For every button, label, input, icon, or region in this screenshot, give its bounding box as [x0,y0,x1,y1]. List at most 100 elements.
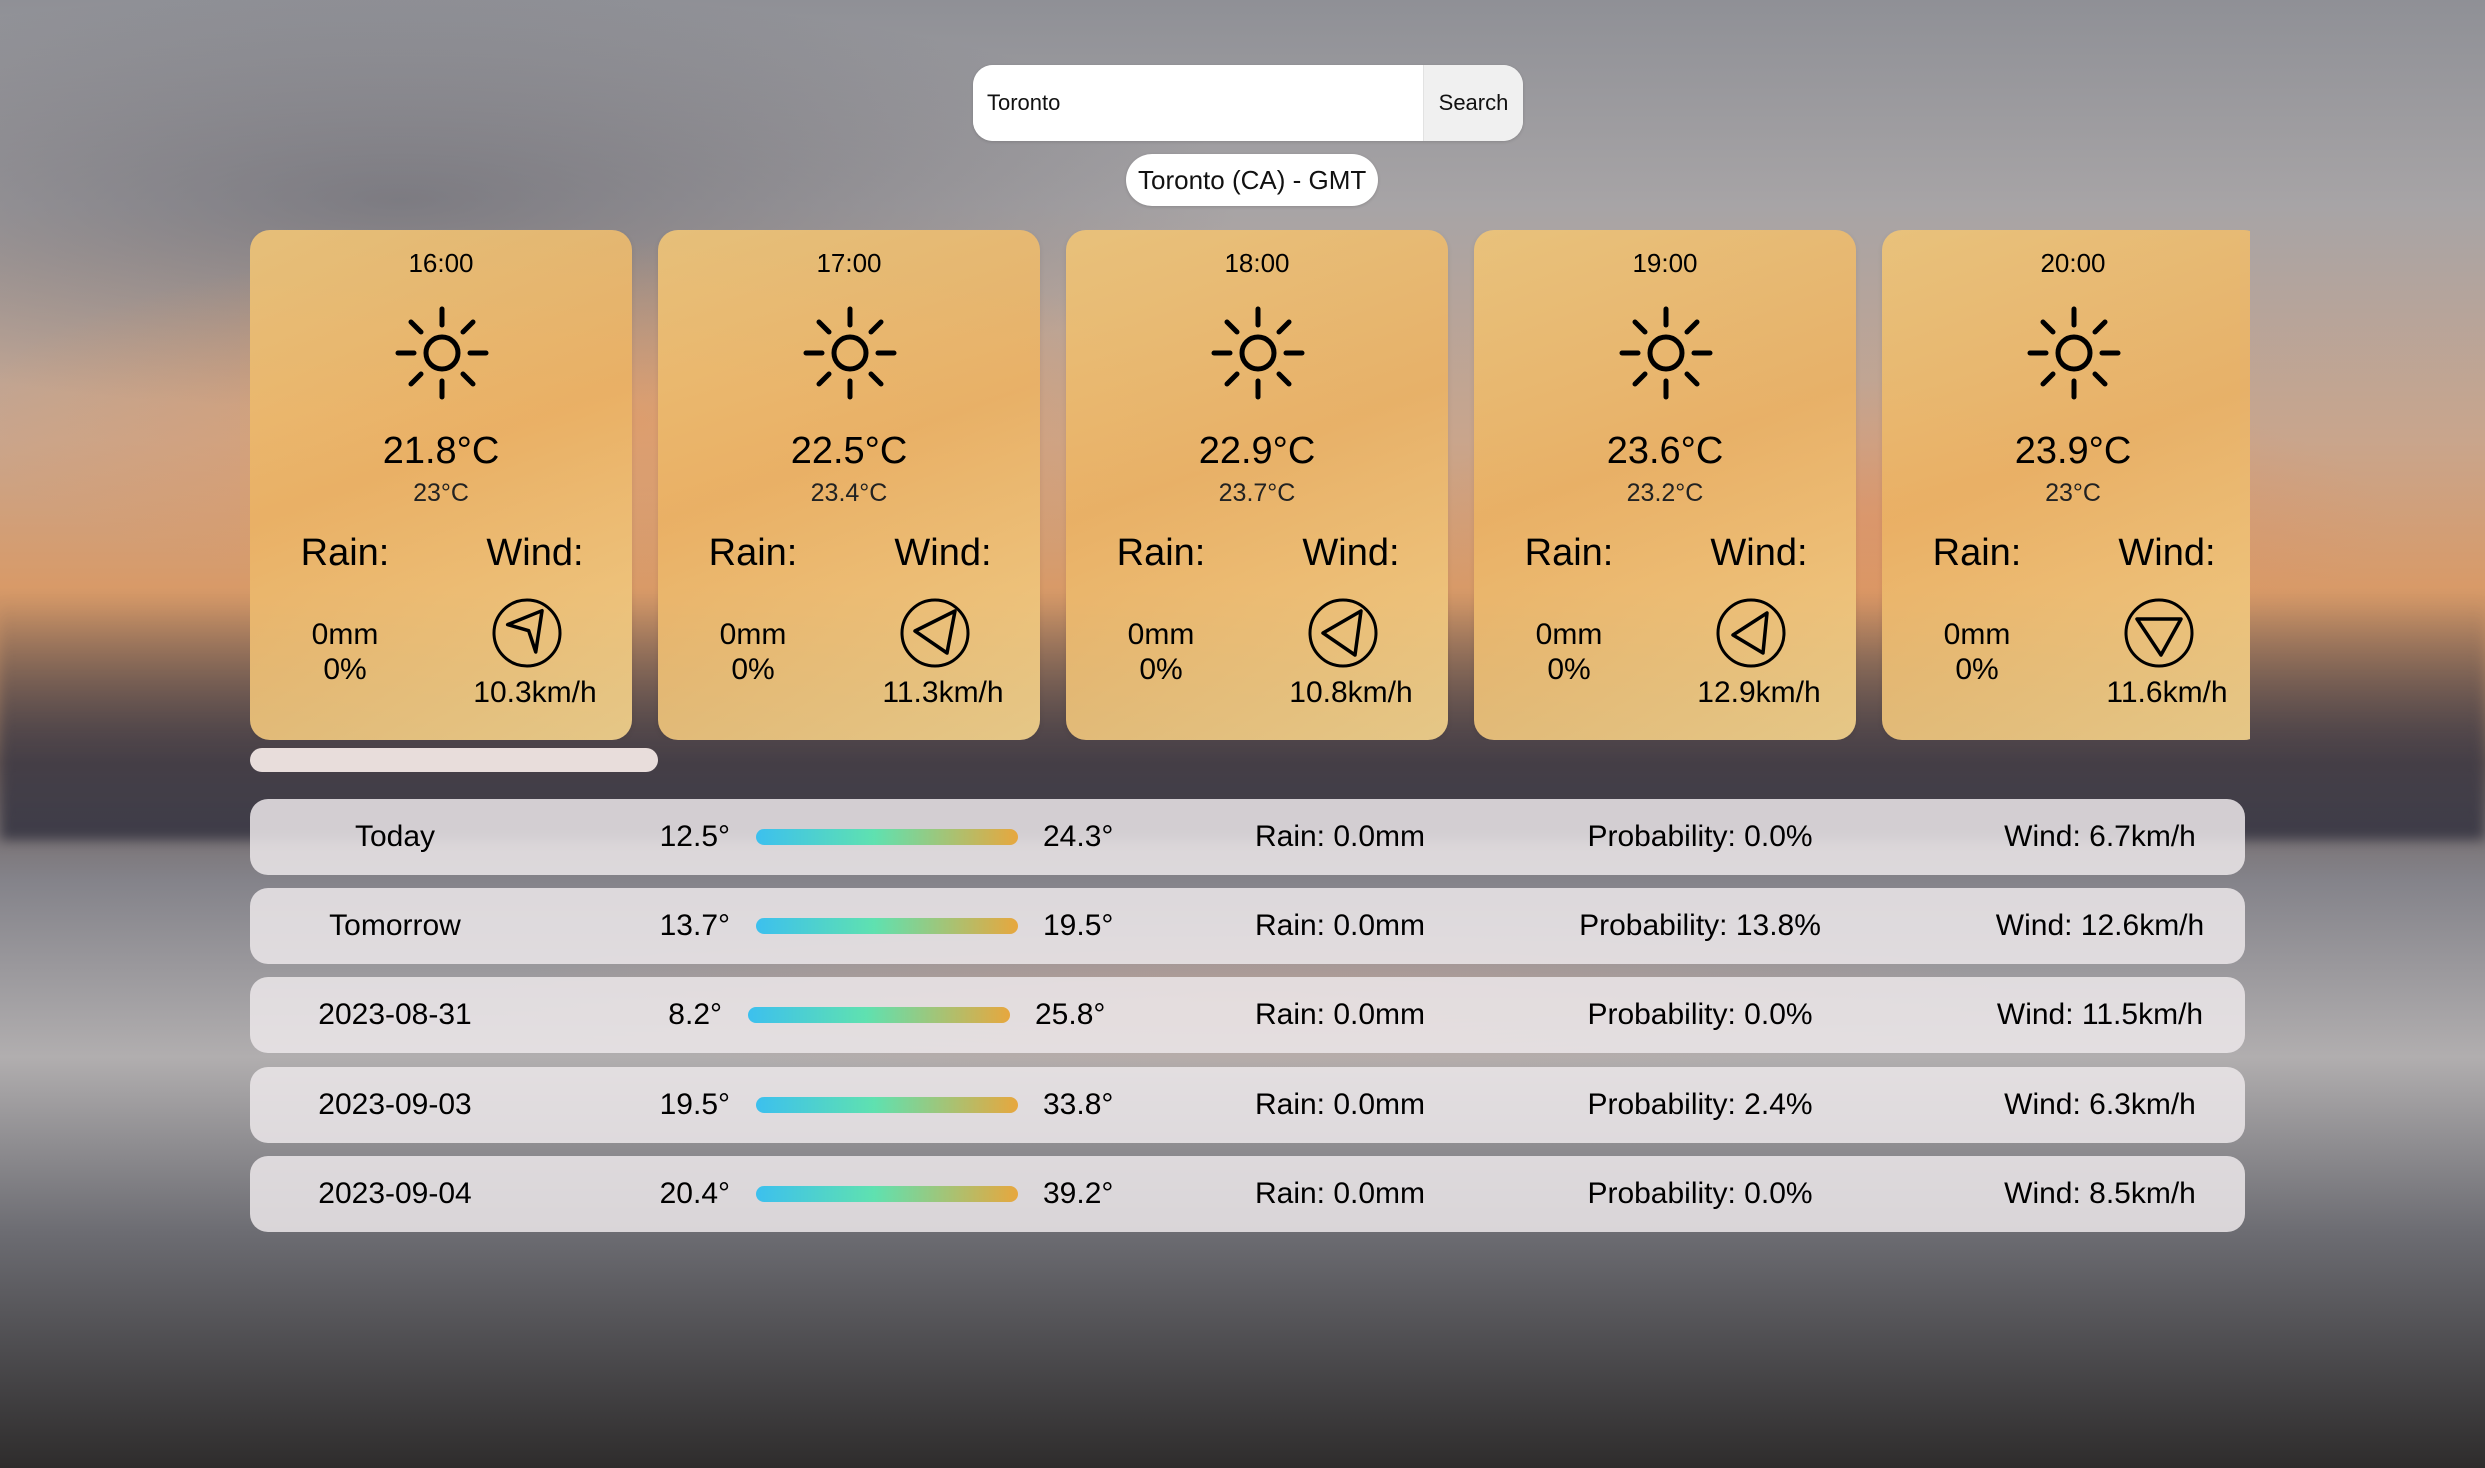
rain-label: Rain: [1524,532,1614,574]
wind-label: Wind: [1302,532,1400,574]
temperature-range-bar [756,918,1018,934]
sun-icon [1619,306,1713,400]
rain-amount: 0mm [1535,618,1603,651]
sun-icon [2027,306,2121,400]
rain-label: Rain: [300,532,390,574]
temperature: 22.5°C [790,430,908,472]
rain-probability: 0% [1139,653,1183,686]
temperature: 22.9°C [1198,430,1316,472]
temperature-range-bar [756,1186,1018,1202]
wind-speed: 10.3km/h [473,676,597,709]
search-bar: Search [973,65,1523,141]
rain-label: Rain: [708,532,798,574]
hourly-card: 19:00 23.6°C 23.2°C Rain: Wind: 0mm 0% 1… [1474,230,1856,740]
wind-speed: 11.3km/h [882,676,1004,709]
min-temperature: 8.2° [668,998,722,1031]
daily-probability: Probability: 13.8% [1579,909,1821,942]
hourly-card: 18:00 22.9°C 23.7°C Rain: Wind: 0mm 0% 1… [1066,230,1448,740]
wind-speed: 10.8km/h [1289,676,1413,709]
hour-time: 17:00 [816,248,882,278]
daily-row: 2023-09-03 19.5° 33.8° Rain: 0.0mm Proba… [250,1067,2245,1143]
wind-label: Wind: [2118,532,2216,574]
min-temperature: 12.5° [659,820,730,853]
wind-speed: 12.9km/h [1697,676,1821,709]
hour-time: 19:00 [1632,248,1698,278]
wind-speed: 11.6km/h [2106,676,2228,709]
temperature-range-bar [756,829,1018,845]
rain-amount: 0mm [1127,618,1195,651]
wind-direction-icon [2124,598,2194,668]
daily-row: 2023-08-31 8.2° 25.8° Rain: 0.0mm Probab… [250,977,2245,1053]
day-label: 2023-09-04 [318,1177,472,1210]
wind-label: Wind: [1710,532,1808,574]
temperature: 23.9°C [2014,430,2132,472]
rain-label: Rain: [1116,532,1206,574]
search-button[interactable]: Search [1423,65,1523,141]
temperature-range-bar [756,1097,1018,1113]
temperature: 21.8°C [382,430,500,472]
day-label: Today [354,820,436,853]
wind-direction-icon [1308,598,1378,668]
daily-wind: Wind: 6.7km/h [2004,820,2196,853]
day-label: 2023-08-31 [318,998,472,1031]
max-temperature: 19.5° [1043,909,1114,942]
daily-probability: Probability: 0.0% [1587,998,1813,1031]
hourly-card: 16:00 21.8°C 23°C Rain: Wind: 0mm 0% 10.… [250,230,632,740]
daily-wind: Wind: 11.5km/h [1996,998,2204,1031]
daily-probability: Probability: 2.4% [1587,1088,1813,1121]
daily-rain: Rain: 0.0mm [1254,998,1426,1031]
rain-probability: 0% [1547,653,1591,686]
daily-wind: Wind: 12.6km/h [1995,909,2205,942]
feels-like-temperature: 23.7°C [1218,479,1296,507]
min-temperature: 13.7° [659,909,730,942]
rain-probability: 0% [731,653,775,686]
rain-probability: 0% [323,653,367,686]
daily-rain: Rain: 0.0mm [1254,820,1426,853]
sun-icon [395,306,489,400]
feels-like-temperature: 23°C [2045,479,2101,507]
wind-direction-icon [1716,598,1786,668]
min-temperature: 19.5° [659,1088,730,1121]
max-temperature: 25.8° [1035,998,1106,1031]
daily-wind: Wind: 6.3km/h [2004,1088,2196,1121]
min-temperature: 20.4° [659,1177,730,1210]
rain-amount: 0mm [311,618,379,651]
feels-like-temperature: 23.2°C [1626,479,1704,507]
day-label: Tomorrow [329,909,461,942]
hourly-card: 20:00 23.9°C 23°C Rain: Wind: 0mm 0% 11.… [1882,230,2250,740]
daily-probability: Probability: 0.0% [1587,820,1813,853]
hour-time: 20:00 [2040,248,2106,278]
max-temperature: 39.2° [1043,1177,1114,1210]
hourly-forecast-strip[interactable]: 16:00 21.8°C 23°C Rain: Wind: 0mm 0% 10.… [250,230,2250,740]
daily-rain: Rain: 0.0mm [1254,1088,1426,1121]
wind-direction-icon [492,598,562,668]
rain-amount: 0mm [719,618,787,651]
daily-row: Today 12.5° 24.3° Rain: 0.0mm Probabilit… [250,799,2245,875]
daily-rain: Rain: 0.0mm [1254,1177,1426,1210]
daily-wind: Wind: 8.5km/h [2004,1177,2196,1210]
location-label: Toronto (CA) - GMT [1126,154,1379,206]
daily-rain: Rain: 0.0mm [1254,909,1426,942]
search-input[interactable] [973,65,1423,141]
hour-time: 18:00 [1224,248,1290,278]
rain-label: Rain: [1932,532,2022,574]
max-temperature: 24.3° [1043,820,1114,853]
feels-like-temperature: 23°C [413,479,469,507]
rain-amount: 0mm [1943,618,2011,651]
daily-row: Tomorrow 13.7° 19.5° Rain: 0.0mm Probabi… [250,888,2245,964]
sun-icon [803,306,897,400]
hourly-card: 17:00 22.5°C 23.4°C Rain: Wind: 0mm 0% 1… [658,230,1040,740]
sun-icon [1211,306,1305,400]
daily-probability: Probability: 0.0% [1587,1177,1813,1210]
wind-label: Wind: [894,532,992,574]
feels-like-temperature: 23.4°C [810,479,888,507]
rain-probability: 0% [1955,653,1999,686]
wind-direction-icon [900,598,970,668]
temperature: 23.6°C [1606,430,1724,472]
day-label: 2023-09-03 [318,1088,472,1121]
temperature-range-bar [748,1007,1010,1023]
hourly-scrollbar-thumb[interactable] [250,748,658,772]
daily-row: 2023-09-04 20.4° 39.2° Rain: 0.0mm Proba… [250,1156,2245,1232]
wind-label: Wind: [486,532,584,574]
hour-time: 16:00 [408,248,474,278]
